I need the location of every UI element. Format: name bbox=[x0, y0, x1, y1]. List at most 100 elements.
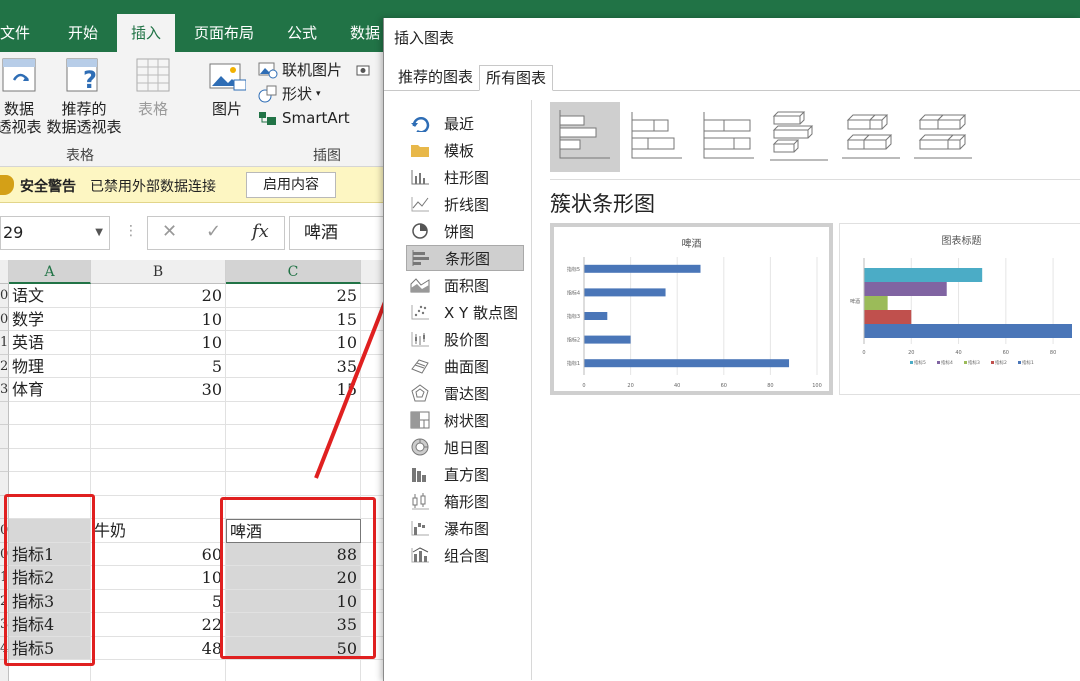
cell-a[interactable]: 数学 bbox=[9, 307, 91, 331]
tab-insert[interactable]: 插入 bbox=[117, 14, 176, 52]
cell-c[interactable]: 25 bbox=[226, 284, 361, 308]
cell-b[interactable]: 5 bbox=[91, 354, 226, 378]
chart-preview-1[interactable]: 啤酒 0 20 40 60 80 100 指标1 指标2 指标3 指标4 指标5 bbox=[550, 223, 833, 395]
cell-b[interactable]: 牛奶 bbox=[91, 519, 226, 543]
column-header-c[interactable]: C bbox=[226, 260, 361, 284]
chart-type-item[interactable]: 模板 bbox=[406, 137, 524, 163]
cell-a[interactable]: 英语 bbox=[9, 331, 91, 355]
cell-b[interactable]: 48 bbox=[91, 636, 226, 660]
subtype-3d-100-stacked-bar[interactable] bbox=[910, 102, 980, 172]
cell-a[interactable] bbox=[9, 472, 91, 496]
cell-c[interactable]: 15 bbox=[226, 307, 361, 331]
cell-a[interactable]: 体育 bbox=[9, 378, 91, 402]
cell-c[interactable]: 15 bbox=[226, 378, 361, 402]
picture-button[interactable]: 图片 bbox=[206, 58, 248, 118]
screenshot-icon[interactable] bbox=[356, 63, 374, 77]
subtype-100-stacked-bar[interactable] bbox=[694, 102, 764, 172]
chart-type-item[interactable]: X Y 散点图 bbox=[406, 299, 524, 325]
chart-type-item[interactable]: 瀑布图 bbox=[406, 515, 524, 541]
chart-type-item[interactable]: 饼图 bbox=[406, 218, 524, 244]
chart-type-item[interactable]: 旭日图 bbox=[406, 434, 524, 460]
subtype-3d-clustered-bar[interactable] bbox=[766, 102, 836, 172]
cell-c[interactable]: 10 bbox=[226, 331, 361, 355]
row-header[interactable]: 0 bbox=[0, 307, 9, 331]
cell-b[interactable] bbox=[91, 401, 226, 425]
chart-type-item[interactable]: 条形图 bbox=[406, 245, 524, 271]
row-header[interactable]: 1 bbox=[0, 331, 9, 355]
subtype-divider bbox=[550, 179, 1080, 180]
table-button[interactable]: 表格 bbox=[134, 58, 172, 118]
chart-type-item[interactable]: 直方图 bbox=[406, 461, 524, 487]
subtype-stacked-bar[interactable] bbox=[622, 102, 692, 172]
enter-icon[interactable]: ✓ bbox=[206, 221, 221, 242]
row-header[interactable]: 0 bbox=[0, 284, 9, 308]
smartart-button[interactable]: SmartArt bbox=[258, 109, 350, 127]
row-header[interactable] bbox=[0, 401, 9, 425]
tab-formulas[interactable]: 公式 bbox=[273, 14, 331, 52]
formula-input[interactable]: 啤酒 bbox=[289, 216, 389, 250]
cell-b[interactable]: 30 bbox=[91, 378, 226, 402]
enable-content-button[interactable]: 启用内容 bbox=[246, 172, 336, 198]
cell-b[interactable] bbox=[91, 660, 226, 681]
cell-a[interactable] bbox=[9, 448, 91, 472]
pivot-table-button[interactable]: 数据 透视表 bbox=[0, 58, 44, 136]
cell-c[interactable]: 35 bbox=[226, 354, 361, 378]
tab-all-charts[interactable]: 所有图表 bbox=[479, 65, 554, 91]
legend-label: 指标4 bbox=[941, 359, 953, 366]
chart-type-item[interactable]: 组合图 bbox=[406, 542, 524, 568]
cell-b[interactable]: 10 bbox=[91, 331, 226, 355]
tab-recommended-charts[interactable]: 推荐的图表 bbox=[392, 65, 479, 91]
row-header[interactable]: 2 bbox=[0, 354, 9, 378]
insert-function-icon[interactable]: fx bbox=[252, 221, 269, 242]
tab-home[interactable]: 开始 bbox=[54, 14, 112, 52]
chart-type-item[interactable]: 面积图 bbox=[406, 272, 524, 298]
chart-type-item[interactable]: 雷达图 bbox=[406, 380, 524, 406]
tab-page-layout[interactable]: 页面布局 bbox=[180, 14, 268, 52]
shapes-button[interactable]: 形状 ▾ bbox=[258, 83, 321, 104]
cell-b[interactable] bbox=[91, 495, 226, 519]
subtype-clustered-bar[interactable] bbox=[550, 102, 620, 172]
cell-b[interactable]: 10 bbox=[91, 307, 226, 331]
row-header[interactable] bbox=[0, 425, 9, 449]
column-header-b[interactable]: B bbox=[91, 260, 226, 284]
cell-c[interactable] bbox=[226, 448, 361, 472]
chart-type-item[interactable]: 树状图 bbox=[406, 407, 524, 433]
chart-preview-2[interactable]: 图表标题 0 20 40 60 80 啤酒 指标5 指标4 指标3 指标2 指标1 bbox=[839, 223, 1080, 395]
cell-a[interactable]: 物理 bbox=[9, 354, 91, 378]
x-tick-label: 40 bbox=[955, 350, 961, 356]
cell-a[interactable] bbox=[9, 401, 91, 425]
row-header[interactable]: 3 bbox=[0, 378, 9, 402]
cell-b[interactable]: 22 bbox=[91, 613, 226, 637]
cell-b[interactable]: 5 bbox=[91, 589, 226, 613]
name-box-dropdown-icon[interactable]: ▼ bbox=[95, 217, 103, 249]
chart-type-item[interactable]: 柱形图 bbox=[406, 164, 524, 190]
cell-b[interactable] bbox=[91, 472, 226, 496]
cancel-icon[interactable]: ✕ bbox=[162, 221, 177, 242]
chart-type-item[interactable]: 最近 bbox=[406, 110, 524, 136]
cell-b[interactable]: 20 bbox=[91, 284, 226, 308]
cell-a[interactable]: 语文 bbox=[9, 284, 91, 308]
tab-file[interactable]: 文件 bbox=[0, 14, 44, 52]
chart-type-item[interactable]: 曲面图 bbox=[406, 353, 524, 379]
row-header[interactable] bbox=[0, 448, 9, 472]
online-picture-button[interactable]: 联机图片 bbox=[258, 59, 342, 80]
row-header[interactable] bbox=[0, 472, 9, 496]
cell-c[interactable] bbox=[226, 660, 361, 681]
3d-clustered-bar-icon bbox=[770, 111, 828, 161]
cell-c[interactable] bbox=[226, 425, 361, 449]
column-header-a[interactable]: A bbox=[9, 260, 91, 284]
subtype-3d-stacked-bar[interactable] bbox=[838, 102, 908, 172]
cell-b[interactable]: 60 bbox=[91, 542, 226, 566]
cell-c[interactable] bbox=[226, 401, 361, 425]
chart-type-item[interactable]: 股价图 bbox=[406, 326, 524, 352]
recommended-pivot-button[interactable]: ? 推荐的 数据透视表 bbox=[44, 58, 124, 136]
cell-b[interactable] bbox=[91, 425, 226, 449]
select-all-corner[interactable] bbox=[0, 260, 9, 284]
cell-c[interactable] bbox=[226, 472, 361, 496]
chart-type-item[interactable]: 箱形图 bbox=[406, 488, 524, 514]
name-box[interactable]: 29 ▼ bbox=[0, 216, 110, 250]
cell-b[interactable]: 10 bbox=[91, 566, 226, 590]
cell-b[interactable] bbox=[91, 448, 226, 472]
cell-a[interactable] bbox=[9, 425, 91, 449]
chart-type-item[interactable]: 折线图 bbox=[406, 191, 524, 217]
